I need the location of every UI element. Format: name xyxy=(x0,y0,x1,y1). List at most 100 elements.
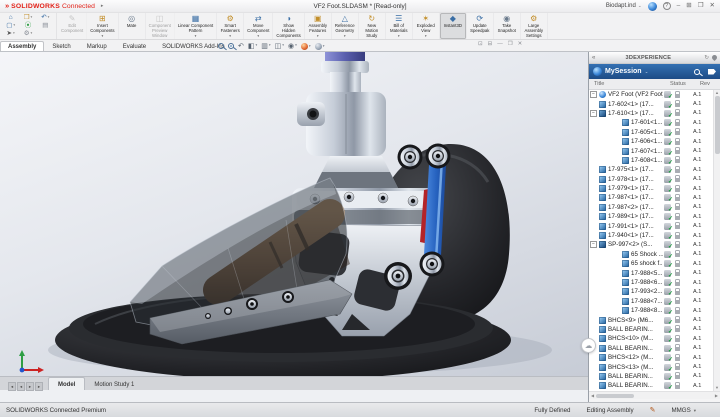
tree-row[interactable]: − 17-610<1> (17... A.1 xyxy=(589,109,713,119)
tree-row[interactable]: BHCS<9> (M6... A.1 xyxy=(589,315,713,326)
tree-row[interactable]: 17-979<1> (17... A.1 xyxy=(589,184,713,194)
large-assembly-settings-button[interactable]: ⚙LargeAssemblySettings▾ xyxy=(521,13,548,39)
tree-row[interactable]: − SP-997<2> (S... A.1 xyxy=(589,240,713,250)
qat-new-document-button[interactable]: ▢ ▾ xyxy=(6,22,15,30)
qat-open-button[interactable]: ❒ ▾ xyxy=(24,14,33,22)
tree-row[interactable]: 17-605<1... A.1 xyxy=(589,128,713,138)
bill-of-materials-button[interactable]: ☰ Bill of Materials ▾ xyxy=(386,13,413,39)
refresh-icon[interactable]: ↻ xyxy=(704,55,709,61)
tree-row[interactable]: 17-606<1... A.1 xyxy=(589,137,713,147)
3dexperience-compass-icon[interactable] xyxy=(647,1,657,11)
qat-file-properties-button[interactable]: ▤ xyxy=(42,22,48,30)
tab-evaluate[interactable]: Evaluate xyxy=(115,41,154,51)
tab-scroll-button-3[interactable]: ▸ xyxy=(35,382,43,391)
mysession-label[interactable]: MySession xyxy=(605,68,642,75)
tree-row[interactable]: BALL BEARIN... A.1 xyxy=(589,325,713,335)
expander-icon[interactable]: − xyxy=(590,109,597,117)
tab-scroll-button-1[interactable]: ◂ xyxy=(17,382,25,391)
doc-window-minimize-button[interactable]: — xyxy=(497,41,503,48)
linear-component-pattern-button[interactable]: ▦ Linear Component Pattern ▾ xyxy=(175,13,218,39)
tab-scroll-button-2[interactable]: ▸ xyxy=(26,382,34,391)
view-orientation-icon[interactable]: ▥ ▾ xyxy=(261,43,270,50)
search-dropdown[interactable]: Biodapt.ind ⌄ xyxy=(606,3,642,9)
tree-row[interactable]: BHCS<10> (M... A.1 xyxy=(589,334,713,344)
tree-row[interactable]: 17-988<8... A.1 xyxy=(589,306,713,316)
tag-icon[interactable] xyxy=(708,68,716,75)
insert-components-button[interactable]: ⊞ Insert Components ▾ xyxy=(87,13,119,39)
tree-row[interactable]: BHCS<13> (M... A.1 xyxy=(589,362,713,373)
window-restore-button[interactable]: ❐ xyxy=(698,2,704,10)
3d-viewport[interactable] xyxy=(0,52,588,376)
tree-row[interactable]: 17-940<1> (17... A.1 xyxy=(589,231,713,241)
window-close-button[interactable]: ✕ xyxy=(710,2,715,10)
qat-select-button[interactable]: ➤ ▾ xyxy=(7,30,15,38)
column-status[interactable]: Status xyxy=(670,81,700,87)
qat-rebuild-button[interactable]: ⦿ xyxy=(25,22,32,30)
zoom-to-area-icon[interactable] xyxy=(228,43,234,49)
tree-row[interactable]: 65 Shock ... A.1 xyxy=(589,250,713,260)
new-motion-study-button[interactable]: ↻ New Motion Study xyxy=(359,13,386,39)
tree-row[interactable]: − VF2 Foot (VF2 Foot) A.1 xyxy=(589,90,713,100)
tree-row[interactable]: BALL BEARIN... A.1 xyxy=(589,381,713,391)
compass-icon[interactable] xyxy=(593,67,602,76)
update-speedpak-button[interactable]: ⟳ Update Speedpak xyxy=(467,13,494,39)
tree-row[interactable]: 17-988<6... A.1 xyxy=(589,278,713,288)
doc-tab-motion-study-1[interactable]: Motion Study 1 xyxy=(85,377,143,390)
tree-row[interactable]: BALL BEARIN... A.1 xyxy=(589,344,713,354)
tree-row[interactable]: 65 shock f... A.1 xyxy=(589,259,713,269)
expander-icon[interactable]: − xyxy=(590,91,597,99)
window-minimize-button[interactable]: – xyxy=(677,2,681,10)
pin-icon[interactable] xyxy=(710,53,719,62)
previous-view-icon[interactable]: ↶ xyxy=(238,43,244,50)
edit-appearance-icon[interactable]: ▾ xyxy=(300,42,311,50)
display-style-icon[interactable]: ◫ ▾ xyxy=(275,43,284,50)
tree-row[interactable]: BHCS<12> (M... A.1 xyxy=(589,353,713,363)
tree-row[interactable]: 17-601<1... A.1 xyxy=(589,118,713,128)
column-rev[interactable]: Rev xyxy=(700,81,720,87)
doc-window-new-button[interactable]: ⊡ xyxy=(478,41,483,48)
column-title[interactable]: Title xyxy=(589,81,670,87)
tab-markup[interactable]: Markup xyxy=(79,41,115,51)
prosthetic-foot-model[interactable] xyxy=(0,52,588,376)
menu-flyout-icon[interactable]: ▸ xyxy=(101,3,104,9)
tree-row[interactable]: 17-988<7... A.1 xyxy=(589,297,713,307)
section-view-icon[interactable]: ◧ ▾ xyxy=(248,43,257,50)
qat-undo-button[interactable]: ↶ ▾ xyxy=(41,14,49,22)
tree-row[interactable]: 17-975<1> (17... A.1 xyxy=(589,165,713,175)
qat-home-button[interactable]: ⌂ xyxy=(9,14,13,22)
tree-row[interactable]: 17-987<1> (17... A.1 xyxy=(589,193,713,203)
doc-window-tile-button[interactable]: ⊟ xyxy=(488,41,493,48)
units-selector[interactable]: MMGS ▾ xyxy=(671,407,696,414)
search-icon[interactable] xyxy=(694,68,700,75)
chevron-down-icon[interactable]: ⌄ xyxy=(645,69,649,75)
scrollbar-thumb[interactable] xyxy=(596,393,635,398)
doc-window-close-button[interactable]: ✕ xyxy=(518,41,523,48)
show-hidden-components-button[interactable]: ◑ Show Hidden Components xyxy=(273,13,305,39)
cloud-panel-toggle-button[interactable]: ☁ xyxy=(581,338,596,353)
horizontal-scrollbar[interactable]: ◀ ▶ xyxy=(589,391,720,399)
expander-icon[interactable]: − xyxy=(590,241,597,249)
window-tile-button[interactable]: ⊞ xyxy=(686,2,691,10)
tree-row[interactable]: 17-607<1... A.1 xyxy=(589,146,713,157)
tab-sketch[interactable]: Sketch xyxy=(44,41,78,51)
scrollbar-thumb[interactable] xyxy=(714,96,720,154)
instant3d-button[interactable]: ◆ Instant3D xyxy=(439,13,467,39)
qat-options-button[interactable]: ⚙ ▾ xyxy=(24,30,33,38)
move-component-button[interactable]: ⇄ Move Component ▾ xyxy=(244,13,274,39)
apply-scene-icon[interactable]: ▾ xyxy=(314,42,324,50)
tree-row[interactable]: 17-987<2> (17... A.1 xyxy=(589,203,713,213)
help-button[interactable]: ? xyxy=(662,2,671,10)
tree-row[interactable]: 17-602<1> (17... A.1 xyxy=(589,99,713,110)
tree-row[interactable]: 17-988<5... A.1 xyxy=(589,268,713,279)
tree-row[interactable]: 17-978<1> (17... A.1 xyxy=(589,175,713,185)
take-snapshot-button[interactable]: ◉ Take Snapshot xyxy=(494,13,521,39)
assembly-features-button[interactable]: ▣ Assembly Features ▾ xyxy=(305,13,332,39)
vertical-scrollbar[interactable]: ▲ ▼ xyxy=(713,90,720,391)
hide-show-items-icon[interactable]: ◉ ▾ xyxy=(288,43,297,50)
tree-row[interactable]: 17-608<1... A.1 xyxy=(589,156,713,166)
tab-scroll-button-0[interactable]: ◂ xyxy=(8,382,16,391)
mate-button[interactable]: ◎ Mate xyxy=(119,13,146,39)
exploded-view-button[interactable]: ✶ Exploded View ▾ xyxy=(413,13,440,39)
reference-geometry-button[interactable]: △ Reference Geometry ▾ xyxy=(332,13,359,39)
smart-fasteners-button[interactable]: ⚙ Smart Fasteners ▾ xyxy=(217,13,245,39)
